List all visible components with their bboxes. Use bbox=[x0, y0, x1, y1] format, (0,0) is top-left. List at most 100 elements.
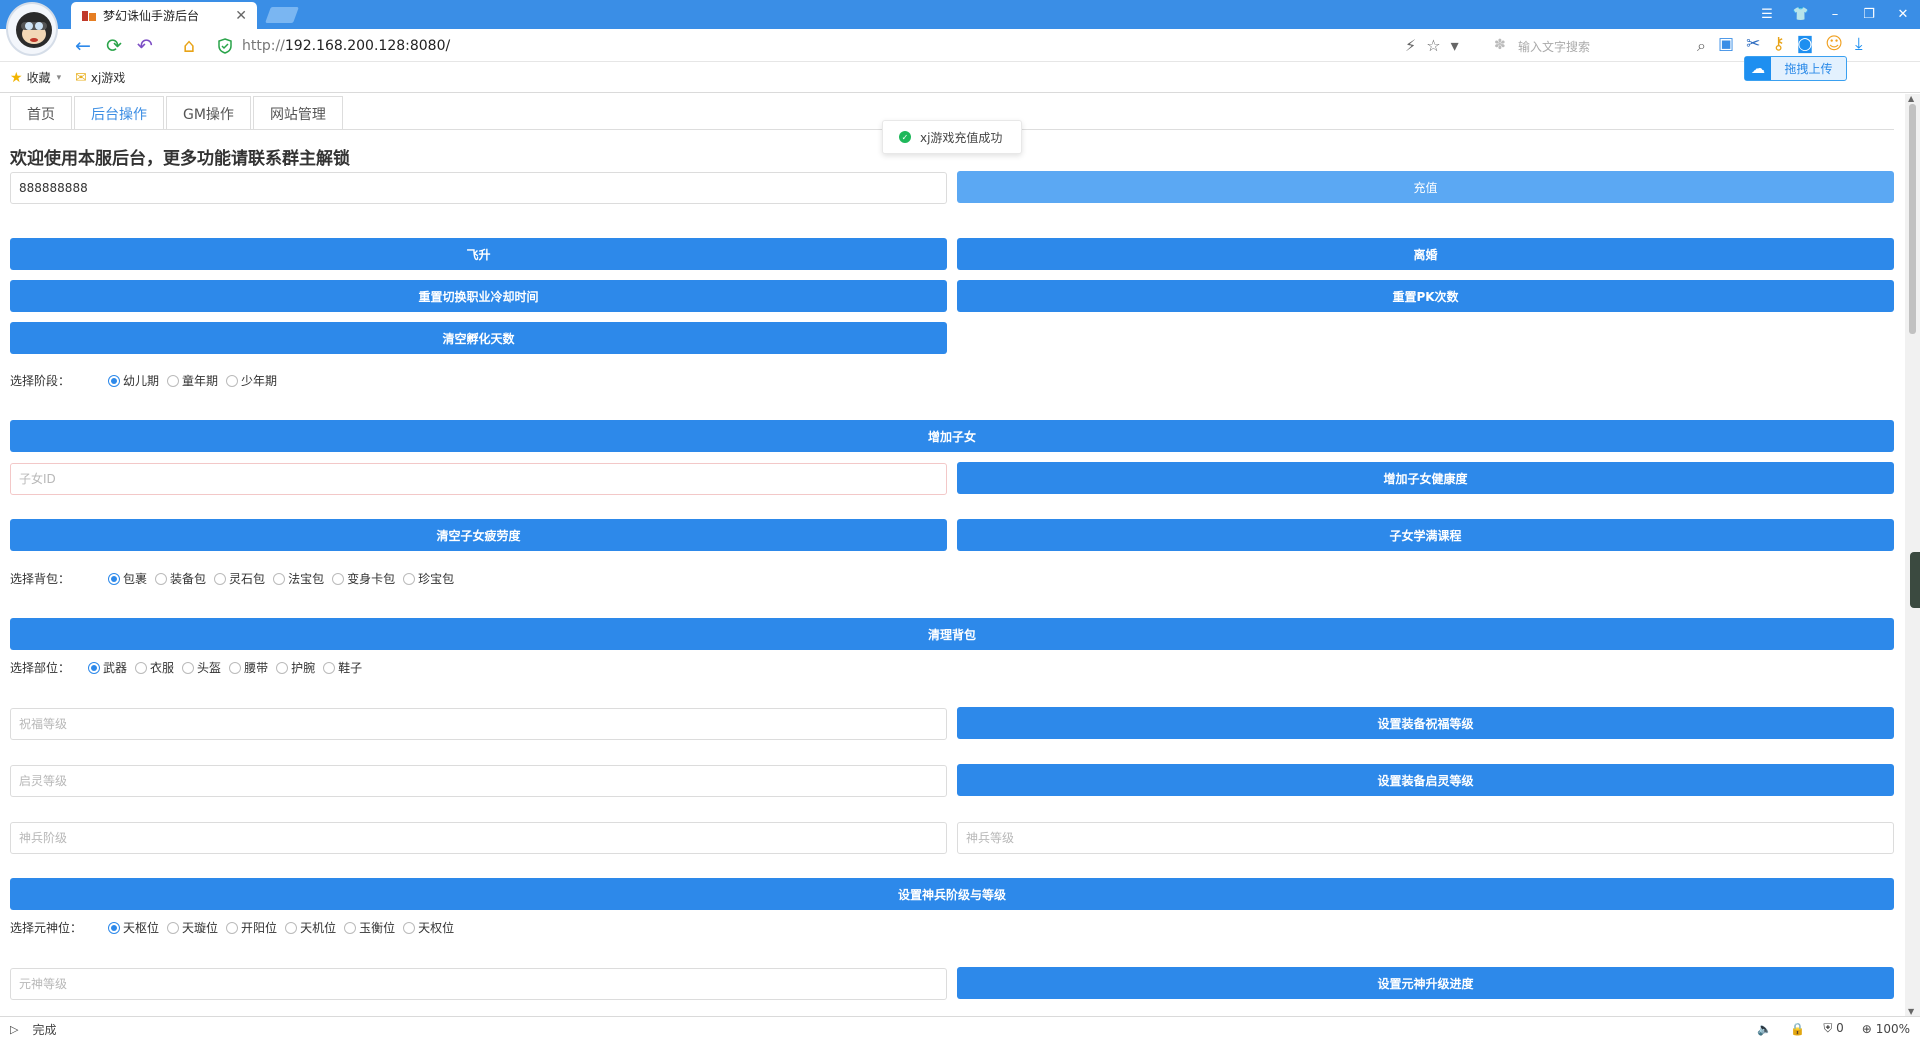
stage-option[interactable]: 少年期 bbox=[226, 372, 277, 389]
minimize-button[interactable]: – bbox=[1818, 0, 1852, 29]
recharge-button[interactable]: 充值 bbox=[957, 171, 1894, 203]
tab-site-admin[interactable]: 网站管理 bbox=[252, 96, 343, 130]
dropdown-arrow-icon[interactable]: ▾ bbox=[1451, 36, 1459, 55]
set-bless-level-button[interactable]: 设置装备祝福等级 bbox=[957, 707, 1894, 739]
stage-selector: 选择阶段： 幼儿期 童年期 少年期 bbox=[10, 372, 285, 389]
bookmark-favorites[interactable]: ★ 收藏 ▾ bbox=[10, 69, 61, 86]
bookmark-xj-game[interactable]: ✉ xj游戏 bbox=[75, 69, 125, 86]
user-avatar[interactable] bbox=[6, 2, 58, 56]
bag-option[interactable]: 法宝包 bbox=[273, 570, 324, 587]
download-status[interactable]: ⛨ 0 bbox=[1823, 1021, 1843, 1036]
child-id-input[interactable] bbox=[10, 463, 947, 495]
child-full-course-button[interactable]: 子女学满课程 bbox=[957, 519, 1894, 551]
secure-shield-icon bbox=[218, 38, 232, 54]
folder-icon: ✉ bbox=[75, 69, 87, 86]
skin-icon[interactable]: 👕 bbox=[1784, 0, 1818, 29]
recharge-amount-input[interactable] bbox=[10, 172, 947, 204]
search-box[interactable]: ✽ 输入文字搜索 ⌕ bbox=[1490, 34, 1706, 58]
address-bar[interactable]: http://192.168.200.128:8080/ bbox=[242, 38, 450, 54]
tab-backend-ops[interactable]: 后台操作 bbox=[74, 96, 164, 130]
menu-icon[interactable]: ☰ bbox=[1750, 0, 1784, 29]
zoom-icon: ⊕ bbox=[1861, 1021, 1872, 1036]
divorce-button[interactable]: 离婚 bbox=[957, 238, 1894, 270]
yuanshen-option[interactable]: 玉衡位 bbox=[344, 919, 395, 936]
play-icon[interactable]: ▷ bbox=[10, 1023, 18, 1036]
part-option[interactable]: 护腕 bbox=[276, 659, 315, 676]
yuanshen-level-input[interactable] bbox=[10, 968, 947, 1000]
set-yuanshen-button[interactable]: 设置元神升级进度 bbox=[957, 967, 1894, 999]
shield-icon: ⛨ bbox=[1823, 1021, 1833, 1035]
status-bar: ▷ 完成 🔈 🔒 ⛨ 0 ⊕ 100% bbox=[0, 1016, 1920, 1040]
status-left: ▷ 完成 bbox=[10, 1021, 56, 1038]
refresh-icon[interactable]: ⟳ bbox=[101, 33, 127, 59]
speaker-icon[interactable]: 🔈 bbox=[1757, 1022, 1772, 1036]
scroll-up-icon[interactable]: ▲ bbox=[1908, 94, 1914, 103]
restore-button[interactable]: ❐ bbox=[1852, 0, 1886, 29]
stage-option[interactable]: 幼儿期 bbox=[108, 372, 159, 389]
scrollbar-thumb[interactable] bbox=[1909, 104, 1916, 334]
bag-option[interactable]: 装备包 bbox=[155, 570, 206, 587]
stage-option[interactable]: 童年期 bbox=[167, 372, 218, 389]
browser-tab[interactable]: 梦幻诛仙手游后台 ✕ bbox=[71, 2, 257, 29]
undo-icon[interactable]: ↶ bbox=[132, 33, 158, 59]
yuanshen-option[interactable]: 天权位 bbox=[403, 919, 454, 936]
bag-option[interactable]: 包裹 bbox=[108, 570, 147, 587]
yuanshen-selector: 选择元神位： 天枢位 天璇位 开阳位 天机位 玉衡位 天权位 bbox=[10, 919, 462, 936]
add-child-button[interactable]: 增加子女 bbox=[10, 420, 1894, 452]
yuanshen-option[interactable]: 开阳位 bbox=[226, 919, 277, 936]
clear-bag-button[interactable]: 清理背包 bbox=[10, 618, 1894, 650]
page-tabs: 首页 后台操作 GM操作 网站管理 bbox=[10, 96, 345, 130]
yuanshen-option[interactable]: 天机位 bbox=[285, 919, 336, 936]
scroll-down-icon[interactable]: ▼ bbox=[1908, 1007, 1914, 1016]
close-window-button[interactable]: ✕ bbox=[1886, 0, 1920, 29]
lightning-icon[interactable]: ⚡ bbox=[1405, 36, 1416, 55]
part-option[interactable]: 头盔 bbox=[182, 659, 221, 676]
drag-upload-button[interactable]: ☁ 拖拽上传 bbox=[1744, 56, 1847, 81]
bag-option[interactable]: 珍宝包 bbox=[403, 570, 454, 587]
part-option[interactable]: 腰带 bbox=[229, 659, 268, 676]
yuanshen-option[interactable]: 天枢位 bbox=[108, 919, 159, 936]
weapon-level-input[interactable] bbox=[957, 822, 1894, 854]
part-option[interactable]: 鞋子 bbox=[323, 659, 362, 676]
lock-icon[interactable]: 🔒 bbox=[1790, 1022, 1805, 1036]
status-right: 🔈 🔒 ⛨ 0 ⊕ 100% bbox=[1757, 1021, 1910, 1036]
scissors-icon[interactable]: ✂ bbox=[1746, 34, 1760, 54]
tab-home[interactable]: 首页 bbox=[10, 96, 72, 130]
clear-child-fatigue-button[interactable]: 清空子女疲劳度 bbox=[10, 519, 947, 551]
page-title: 欢迎使用本服后台，更多功能请联系群主解锁 bbox=[10, 149, 350, 169]
weapon-rank-input[interactable] bbox=[10, 822, 947, 854]
set-spirit-level-button[interactable]: 设置装备启灵等级 bbox=[957, 764, 1894, 796]
favorite-star-icon[interactable]: ☆ bbox=[1426, 36, 1440, 55]
screenshot-icon[interactable]: ◙ bbox=[1797, 34, 1814, 54]
zoom-control[interactable]: ⊕ 100% bbox=[1862, 1022, 1910, 1036]
search-icon[interactable]: ⌕ bbox=[1697, 36, 1706, 56]
bag-selector: 选择背包： 包裹 装备包 灵石包 法宝包 变身卡包 珍宝包 bbox=[10, 570, 462, 587]
yuanshen-option[interactable]: 天璇位 bbox=[167, 919, 218, 936]
set-weapon-button[interactable]: 设置神兵阶级与等级 bbox=[10, 878, 1894, 910]
bag-option[interactable]: 变身卡包 bbox=[332, 570, 395, 587]
tab-gm-ops[interactable]: GM操作 bbox=[166, 96, 251, 130]
add-child-health-button[interactable]: 增加子女健康度 bbox=[957, 462, 1894, 494]
download-icon[interactable]: ⤓ bbox=[1855, 34, 1863, 54]
part-option[interactable]: 武器 bbox=[88, 659, 127, 676]
key-icon[interactable]: ⚷ bbox=[1772, 34, 1784, 54]
back-icon[interactable]: ← bbox=[70, 33, 96, 59]
part-option[interactable]: 衣服 bbox=[135, 659, 174, 676]
stage-label: 选择阶段： bbox=[10, 374, 71, 388]
bookmarks-bar: ★ 收藏 ▾ ✉ xj游戏 bbox=[0, 63, 1920, 93]
close-tab-icon[interactable]: ✕ bbox=[235, 8, 247, 24]
clear-hatch-days-button[interactable]: 清空孵化天数 bbox=[10, 322, 947, 354]
spirit-level-input[interactable] bbox=[10, 765, 947, 797]
ascend-button[interactable]: 飞升 bbox=[10, 238, 947, 270]
side-panel-handle[interactable] bbox=[1910, 552, 1920, 608]
bless-level-input[interactable] bbox=[10, 708, 947, 740]
search-input[interactable]: 输入文字搜索 bbox=[1518, 38, 1590, 55]
new-tab-button[interactable] bbox=[265, 7, 299, 23]
translate-icon[interactable]: ▣ bbox=[1718, 34, 1734, 54]
home-icon[interactable]: ⌂ bbox=[176, 33, 202, 59]
emoji-icon[interactable]: ☺ bbox=[1825, 34, 1843, 54]
reset-job-cooldown-button[interactable]: 重置切换职业冷却时间 bbox=[10, 280, 947, 312]
reset-pk-button[interactable]: 重置PK次数 bbox=[957, 280, 1894, 312]
bookmark-label: 收藏 bbox=[26, 71, 51, 85]
bag-option[interactable]: 灵石包 bbox=[214, 570, 265, 587]
